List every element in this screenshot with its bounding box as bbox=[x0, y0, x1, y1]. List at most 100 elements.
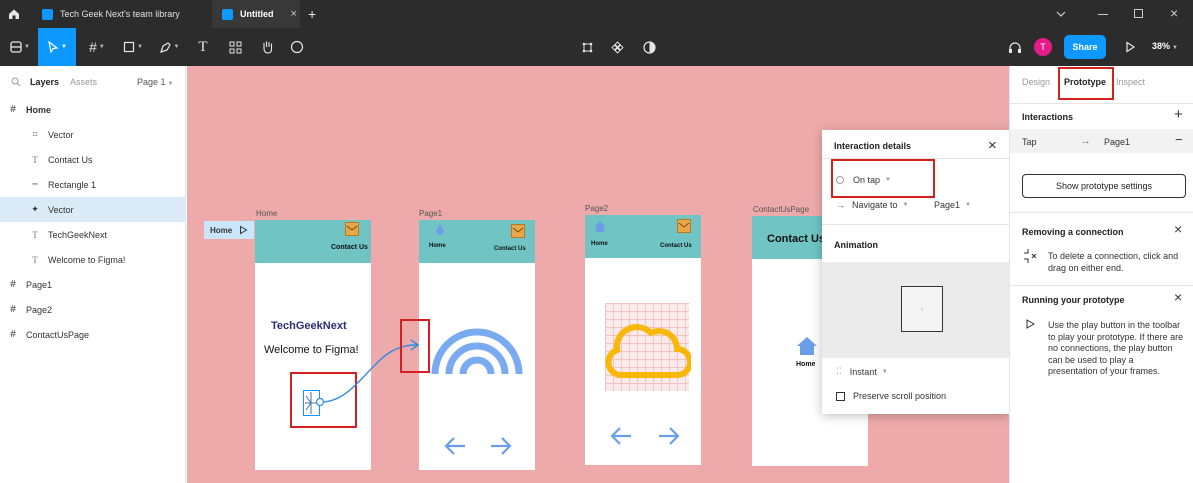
animation-type-label: Instant bbox=[849, 366, 877, 377]
layer-techgeeknext[interactable]: T TechGeekNext bbox=[0, 222, 185, 247]
animation-heading: Animation bbox=[834, 240, 878, 250]
frame-label-page1[interactable]: Page1 bbox=[419, 209, 442, 218]
tab-untitled[interactable]: Untitled × bbox=[212, 0, 300, 28]
frame-label-page2[interactable]: Page2 bbox=[585, 204, 608, 213]
home-shape-icon bbox=[593, 220, 607, 235]
share-button[interactable]: Share bbox=[1064, 35, 1106, 59]
frame-label-contactuspage[interactable]: ContactUsPage bbox=[753, 205, 809, 214]
preview-frame: ▫ bbox=[901, 286, 943, 332]
layer-home[interactable]: # Home bbox=[0, 97, 185, 122]
animation-type-select[interactable]: ⁚⁚ Instant ▼ bbox=[836, 366, 888, 377]
show-prototype-settings-button[interactable]: Show prototype settings bbox=[1022, 174, 1186, 198]
close-tip-icon[interactable]: × bbox=[1174, 289, 1182, 305]
layer-label: Contact Us bbox=[48, 154, 93, 165]
home-icon[interactable] bbox=[8, 8, 20, 20]
text-tool-button[interactable]: T bbox=[190, 28, 216, 66]
destination-select[interactable]: Page1 ▼ bbox=[934, 200, 971, 210]
tab-inspect[interactable]: Inspect bbox=[1116, 77, 1145, 87]
properties-panel: Design Prototype Inspect Interactions + … bbox=[1009, 66, 1193, 483]
mail-icon bbox=[511, 224, 525, 238]
layer-welcome[interactable]: T Welcome to Figma! bbox=[0, 247, 185, 272]
removing-text: To delete a connection, click and drag o… bbox=[1048, 251, 1179, 273]
frame-icon: # bbox=[10, 329, 16, 340]
tab-layers[interactable]: Layers bbox=[30, 77, 59, 87]
close-window-icon[interactable]: × bbox=[1170, 5, 1178, 21]
contact-us-text: Contact Us bbox=[660, 243, 692, 249]
arrow-left-icon[interactable] bbox=[443, 435, 467, 457]
disconnect-icon bbox=[1023, 248, 1037, 264]
preserve-scroll-checkbox[interactable]: Preserve scroll position bbox=[836, 391, 946, 401]
running-heading: Running your prototype bbox=[1022, 295, 1125, 305]
layer-contactuspage[interactable]: # ContactUsPage bbox=[0, 322, 185, 347]
layer-label: TechGeekNext bbox=[48, 229, 108, 240]
tab-assets[interactable]: Assets bbox=[70, 77, 97, 87]
frame-header: Home Contact Us bbox=[419, 220, 535, 263]
tab-design[interactable]: Design bbox=[1022, 77, 1050, 87]
comment-tool-button[interactable] bbox=[284, 28, 310, 66]
avatar[interactable]: T bbox=[1034, 38, 1052, 56]
arrow-right-icon: → bbox=[836, 200, 845, 210]
text-icon: T bbox=[32, 229, 38, 240]
layer-vector-selected[interactable]: ✦ Vector bbox=[0, 197, 185, 222]
close-tip-icon[interactable]: × bbox=[1174, 221, 1182, 237]
toolbar: ▼ ▼ # ▼ ▼ ▼ T T Share 38% ▼ bbox=[0, 28, 1193, 66]
main-menu-button[interactable]: ▼ bbox=[4, 28, 36, 66]
arrow-right-icon[interactable] bbox=[489, 435, 513, 457]
minimize-icon[interactable] bbox=[1098, 14, 1108, 15]
home-text: Home bbox=[591, 241, 608, 247]
frame-page1[interactable]: Home Contact Us bbox=[419, 220, 535, 470]
layer-page1[interactable]: # Page1 bbox=[0, 272, 185, 297]
layer-page2[interactable]: # Page2 bbox=[0, 297, 185, 322]
search-icon[interactable] bbox=[11, 77, 21, 87]
divider bbox=[1010, 103, 1193, 104]
frame-icon: # bbox=[10, 104, 16, 115]
home-text: Home bbox=[429, 243, 446, 249]
remove-interaction-icon[interactable]: − bbox=[1175, 132, 1183, 147]
layer-contact-us[interactable]: T Contact Us bbox=[0, 147, 185, 172]
rainbow-icon bbox=[431, 328, 523, 375]
close-tab-icon[interactable]: × bbox=[291, 8, 297, 20]
contrast-button[interactable] bbox=[638, 28, 660, 66]
headphones-icon bbox=[1009, 41, 1021, 53]
figma-menu-icon bbox=[10, 41, 22, 53]
layer-rectangle-1[interactable]: ┅ Rectangle 1 bbox=[0, 172, 185, 197]
frame-tool-button[interactable]: # ▼ bbox=[80, 28, 114, 66]
shape-tool-button[interactable]: ▼ bbox=[116, 28, 150, 66]
move-tool-button[interactable]: ▼ bbox=[38, 28, 76, 66]
interaction-trigger: Tap bbox=[1022, 137, 1037, 147]
page-select[interactable]: Page 1 ▼ bbox=[137, 77, 173, 87]
divider bbox=[1010, 212, 1193, 213]
add-interaction-icon[interactable]: + bbox=[1174, 106, 1183, 123]
pen-tool-button[interactable]: ▼ bbox=[152, 28, 186, 66]
tab-label: Untitled bbox=[240, 9, 274, 19]
interaction-details-popup: Interaction details × On tap ▼ → Navigat… bbox=[822, 130, 1010, 414]
layer-label: Vector bbox=[48, 129, 74, 140]
tab-team-library[interactable]: Tech Geek Next's team library bbox=[30, 0, 210, 28]
zoom-control[interactable]: 38% ▼ bbox=[1152, 41, 1178, 51]
component-button[interactable] bbox=[576, 28, 598, 66]
component-create-button[interactable] bbox=[606, 28, 628, 66]
frame-page2[interactable]: Home Contact Us bbox=[585, 215, 701, 465]
animation-preview: ▫ bbox=[822, 262, 1010, 358]
resources-button[interactable] bbox=[222, 28, 248, 66]
page-select-label: Page 1 bbox=[137, 77, 166, 87]
drop-icon bbox=[435, 224, 445, 237]
crop-frame-icon bbox=[582, 42, 592, 52]
new-tab-icon[interactable]: + bbox=[308, 6, 316, 22]
layer-label: Home bbox=[26, 104, 52, 115]
chevron-down-icon[interactable] bbox=[1055, 8, 1067, 20]
removing-heading: Removing a connection bbox=[1022, 227, 1124, 237]
vector-icon: ⌗ bbox=[32, 129, 38, 139]
arrow-left-icon[interactable] bbox=[609, 425, 633, 447]
layer-vector[interactable]: ⌗ Vector bbox=[0, 122, 185, 147]
highlight-trigger bbox=[831, 159, 935, 198]
action-select[interactable]: → Navigate to ▼ bbox=[836, 200, 908, 210]
hand-tool-button[interactable] bbox=[254, 28, 280, 66]
close-icon[interactable]: × bbox=[988, 137, 997, 154]
interaction-row[interactable]: Tap → Page1 − bbox=[1010, 129, 1193, 153]
audio-button[interactable] bbox=[1004, 28, 1026, 66]
maximize-icon[interactable] bbox=[1134, 9, 1143, 18]
resources-icon bbox=[229, 41, 241, 53]
present-button[interactable] bbox=[1124, 41, 1136, 53]
arrow-right-icon[interactable] bbox=[657, 425, 681, 447]
